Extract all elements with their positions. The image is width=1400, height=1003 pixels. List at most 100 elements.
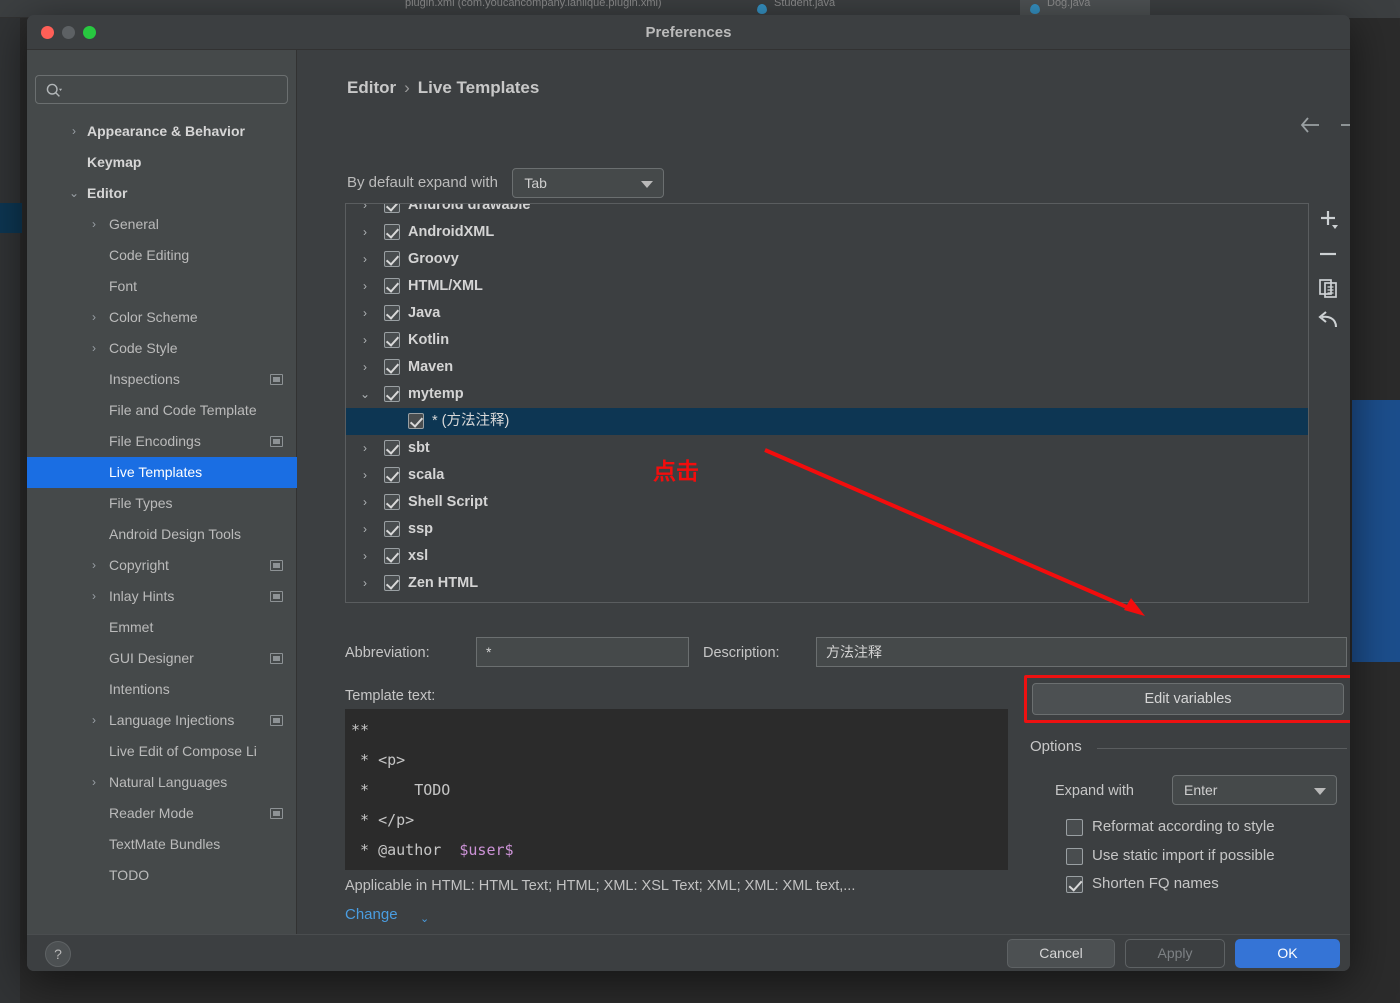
- sidebar-item-natural-languages[interactable]: ›Natural Languages: [27, 767, 297, 798]
- template-group-row[interactable]: ›HTML/XML: [346, 273, 1309, 300]
- sidebar-item-file-types[interactable]: File Types: [27, 488, 297, 519]
- sidebar-item-intentions[interactable]: Intentions: [27, 674, 297, 705]
- sidebar-item-editor[interactable]: ⌄Editor: [27, 178, 297, 209]
- template-group-row[interactable]: * (方法注释): [346, 408, 1309, 435]
- template-group-row[interactable]: ›AndroidXML: [346, 219, 1309, 246]
- template-enabled-checkbox[interactable]: [384, 224, 400, 240]
- chevron-right-icon[interactable]: ›: [87, 302, 101, 333]
- sidebar-item-gui-designer[interactable]: GUI Designer: [27, 643, 297, 674]
- template-enabled-checkbox[interactable]: [384, 332, 400, 348]
- sidebar-item-live-edit-of-compose-li[interactable]: Live Edit of Compose Li: [27, 736, 297, 767]
- reformat-checkbox[interactable]: [1066, 819, 1083, 836]
- chevron-right-icon[interactable]: ›: [87, 209, 101, 240]
- chevron-down-icon[interactable]: ⌄: [67, 178, 81, 209]
- back-arrow-icon[interactable]: [1298, 112, 1324, 138]
- chevron-right-icon[interactable]: ›: [358, 273, 372, 300]
- sidebar-item-reader-mode[interactable]: Reader Mode: [27, 798, 297, 829]
- sidebar-item-file-and-code-template[interactable]: File and Code Template: [27, 395, 297, 426]
- chevron-right-icon[interactable]: ›: [358, 354, 372, 381]
- chevron-right-icon[interactable]: ›: [358, 203, 372, 219]
- apply-button[interactable]: Apply: [1125, 939, 1225, 968]
- template-group-row[interactable]: ›ssp: [346, 516, 1309, 543]
- background-tab-dog-java[interactable]: Dog.java: [1047, 0, 1090, 9]
- chevron-right-icon[interactable]: ›: [358, 543, 372, 570]
- sidebar-item-inlay-hints[interactable]: ›Inlay Hints: [27, 581, 297, 612]
- chevron-right-icon[interactable]: ›: [358, 435, 372, 462]
- sidebar-item-emmet[interactable]: Emmet: [27, 612, 297, 643]
- chevron-right-icon[interactable]: ›: [358, 327, 372, 354]
- template-group-row[interactable]: ›sbt: [346, 435, 1309, 462]
- template-enabled-checkbox[interactable]: [384, 203, 400, 213]
- change-contexts-link[interactable]: Change: [345, 906, 398, 923]
- template-enabled-checkbox[interactable]: [408, 413, 424, 429]
- chevron-right-icon[interactable]: ›: [358, 489, 372, 516]
- background-tab-student-java[interactable]: Student.java: [774, 0, 835, 9]
- ok-button[interactable]: OK: [1235, 939, 1340, 968]
- revert-template-button[interactable]: [1309, 305, 1347, 339]
- sidebar-item-color-scheme[interactable]: ›Color Scheme: [27, 302, 297, 333]
- template-enabled-checkbox[interactable]: [384, 575, 400, 591]
- sidebar-item-todo[interactable]: TODO: [27, 860, 297, 891]
- template-enabled-checkbox[interactable]: [384, 305, 400, 321]
- remove-template-button[interactable]: [1309, 237, 1347, 271]
- template-enabled-checkbox[interactable]: [384, 278, 400, 294]
- template-text-editor[interactable]: ** * <p> * TODO * </p> * @author $user$: [345, 709, 1008, 870]
- breadcrumb-root[interactable]: Editor: [347, 78, 396, 97]
- sidebar-item-android-design-tools[interactable]: Android Design Tools: [27, 519, 297, 550]
- forward-arrow-icon[interactable]: [1336, 112, 1350, 138]
- template-group-row[interactable]: ⌄mytemp: [346, 381, 1309, 408]
- template-enabled-checkbox[interactable]: [384, 521, 400, 537]
- shorten-fq-names-checkbox[interactable]: [1066, 876, 1083, 893]
- sidebar-item-code-style[interactable]: ›Code Style: [27, 333, 297, 364]
- help-button[interactable]: ?: [45, 941, 71, 967]
- sidebar-item-keymap[interactable]: Keymap: [27, 147, 297, 178]
- chevron-right-icon[interactable]: ›: [87, 333, 101, 364]
- template-group-row[interactable]: ›Android drawable: [346, 203, 1309, 219]
- template-enabled-checkbox[interactable]: [384, 251, 400, 267]
- description-input[interactable]: [816, 637, 1347, 667]
- template-enabled-checkbox[interactable]: [384, 440, 400, 456]
- chevron-right-icon[interactable]: ›: [87, 550, 101, 581]
- sidebar-item-copyright[interactable]: ›Copyright: [27, 550, 297, 581]
- sidebar-item-file-encodings[interactable]: File Encodings: [27, 426, 297, 457]
- cancel-button[interactable]: Cancel: [1007, 939, 1115, 968]
- add-template-button[interactable]: [1309, 203, 1347, 237]
- template-enabled-checkbox[interactable]: [384, 494, 400, 510]
- template-enabled-checkbox[interactable]: [384, 386, 400, 402]
- template-group-row[interactable]: ›Java: [346, 300, 1309, 327]
- template-group-row[interactable]: ›Zen HTML: [346, 570, 1309, 597]
- chevron-right-icon[interactable]: ›: [87, 581, 101, 612]
- template-group-row[interactable]: ›scala: [346, 462, 1309, 489]
- sidebar-item-code-editing[interactable]: Code Editing: [27, 240, 297, 271]
- chevron-right-icon[interactable]: ›: [358, 246, 372, 273]
- duplicate-template-button[interactable]: [1309, 271, 1347, 305]
- template-group-row[interactable]: ›Shell Script: [346, 489, 1309, 516]
- sidebar-item-appearance-behavior[interactable]: ›Appearance & Behavior: [27, 116, 297, 147]
- static-import-checkbox[interactable]: [1066, 848, 1083, 865]
- template-group-row[interactable]: ›Groovy: [346, 246, 1309, 273]
- template-enabled-checkbox[interactable]: [384, 359, 400, 375]
- template-enabled-checkbox[interactable]: [384, 548, 400, 564]
- sidebar-item-inspections[interactable]: Inspections: [27, 364, 297, 395]
- chevron-right-icon[interactable]: ›: [358, 516, 372, 543]
- template-group-row[interactable]: ›xsl: [346, 543, 1309, 570]
- abbreviation-input[interactable]: [476, 637, 689, 667]
- chevron-right-icon[interactable]: ›: [358, 300, 372, 327]
- sidebar-item-live-templates[interactable]: Live Templates: [27, 457, 297, 488]
- background-tab-plugin-xml[interactable]: plugin.xml (com.youcancompany.ianlique.p…: [405, 0, 662, 9]
- default-expand-select[interactable]: Tab: [512, 168, 664, 198]
- sidebar-item-textmate-bundles[interactable]: TextMate Bundles: [27, 829, 297, 860]
- search-input[interactable]: [70, 80, 280, 100]
- sidebar-item-general[interactable]: ›General: [27, 209, 297, 240]
- search-box[interactable]: [35, 75, 288, 104]
- template-enabled-checkbox[interactable]: [384, 467, 400, 483]
- chevron-right-icon[interactable]: ›: [358, 219, 372, 246]
- live-templates-list[interactable]: ›Android drawable›AndroidXML›Groovy›HTML…: [345, 203, 1309, 603]
- chevron-right-icon[interactable]: ›: [87, 767, 101, 798]
- template-group-row[interactable]: ›Maven: [346, 354, 1309, 381]
- sidebar-item-font[interactable]: Font: [27, 271, 297, 302]
- chevron-right-icon[interactable]: ›: [67, 116, 81, 147]
- chevron-right-icon[interactable]: ›: [87, 705, 101, 736]
- template-group-row[interactable]: ›Kotlin: [346, 327, 1309, 354]
- edit-variables-button[interactable]: Edit variables: [1032, 683, 1344, 715]
